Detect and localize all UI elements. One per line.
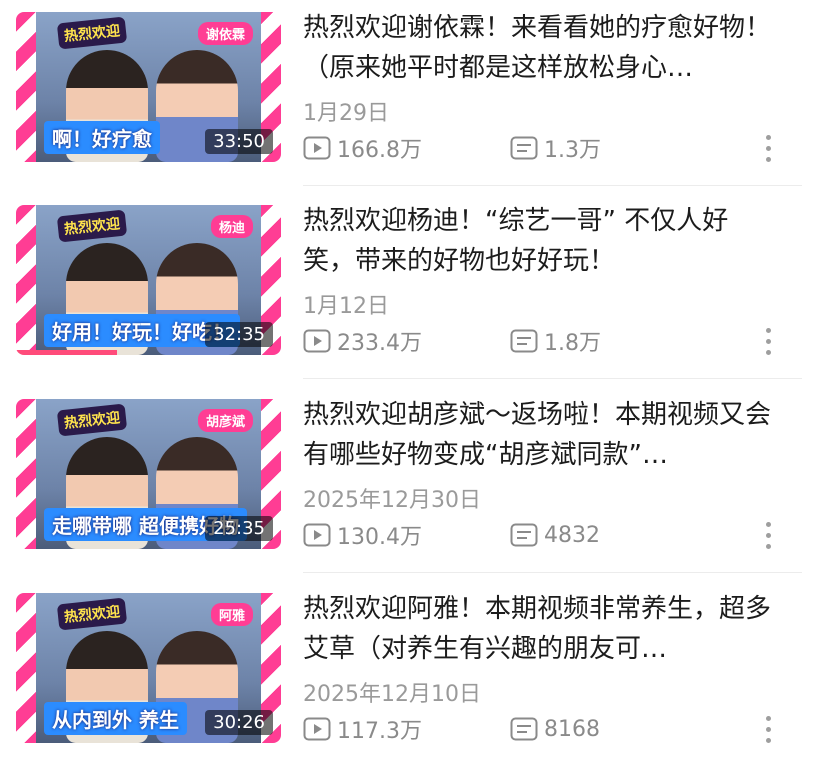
- view-count: 130.4万: [303, 520, 422, 550]
- danmaku-icon: [510, 523, 538, 547]
- play-icon: [303, 717, 331, 741]
- more-vertical-icon[interactable]: [758, 711, 778, 747]
- video-date: 2025年12月10日: [303, 682, 481, 707]
- thumbnail-guest-tag: 阿雅: [210, 603, 253, 626]
- video-date: 1月29日: [303, 101, 389, 126]
- comment-count: 4832: [510, 520, 600, 550]
- video-thumbnail[interactable]: 热烈欢迎 杨迪 好用！好玩！好吃！ 32:35: [16, 205, 281, 355]
- thumbnail-caption: 从内到外 养生: [44, 702, 187, 735]
- view-count: 166.8万: [303, 133, 422, 163]
- watch-progress-bar: [16, 350, 117, 355]
- comment-count-value: 4832: [544, 522, 600, 548]
- thumbnail-guest-tag: 杨迪: [210, 215, 253, 238]
- danmaku-icon: [510, 136, 538, 160]
- danmaku-icon: [510, 717, 538, 741]
- danmaku-icon: [510, 329, 538, 353]
- video-thumbnail[interactable]: 热烈欢迎 谢依霖 啊！好疗愈 33:50: [16, 12, 281, 162]
- video-duration: 30:26: [205, 710, 273, 735]
- video-duration: 33:50: [205, 129, 273, 154]
- thumbnail-guest-tag: 胡彦斌: [197, 409, 253, 432]
- play-icon: [303, 329, 331, 353]
- divider: [303, 185, 802, 186]
- comment-count: 1.8万: [510, 326, 601, 356]
- video-title[interactable]: 热烈欢迎阿雅！本期视频非常养生，超多艾草（对养生有兴趣的朋友可…: [303, 589, 773, 669]
- video-thumbnail[interactable]: 热烈欢迎 阿雅 从内到外 养生 30:26: [16, 593, 281, 743]
- divider: [303, 378, 802, 379]
- comment-count: 8168: [510, 714, 600, 744]
- view-count: 233.4万: [303, 326, 422, 356]
- more-vertical-icon[interactable]: [758, 517, 778, 553]
- video-item[interactable]: 热烈欢迎 阿雅 从内到外 养生 30:26 热烈欢迎阿雅！本期视频非常养生，超多…: [0, 581, 814, 767]
- comment-count-value: 1.8万: [544, 331, 601, 356]
- play-icon: [303, 136, 331, 160]
- video-item[interactable]: 热烈欢迎 胡彦斌 走哪带哪 超便携好物 25:35 热烈欢迎胡彦斌～返场啦！本期…: [0, 387, 814, 573]
- video-item[interactable]: 热烈欢迎 杨迪 好用！好玩！好吃！ 32:35 热烈欢迎杨迪！“综艺一哥” 不仅…: [0, 193, 814, 379]
- video-duration: 25:35: [205, 516, 273, 541]
- view-count-value: 117.3万: [337, 719, 422, 744]
- comment-count-value: 8168: [544, 716, 600, 742]
- comment-count: 1.3万: [510, 133, 601, 163]
- video-date: 2025年12月30日: [303, 488, 481, 513]
- thumbnail-guest-tag: 谢依霖: [197, 22, 253, 45]
- video-item[interactable]: 热烈欢迎 谢依霖 啊！好疗愈 33:50 热烈欢迎谢依霖！来看看她的疗愈好物！（…: [0, 0, 814, 186]
- video-thumbnail[interactable]: 热烈欢迎 胡彦斌 走哪带哪 超便携好物 25:35: [16, 399, 281, 549]
- play-icon: [303, 523, 331, 547]
- video-date: 1月12日: [303, 294, 389, 319]
- more-vertical-icon[interactable]: [758, 323, 778, 359]
- view-count-value: 233.4万: [337, 331, 422, 356]
- video-title[interactable]: 热烈欢迎谢依霖！来看看她的疗愈好物！（原来她平时都是这样放松身心…: [303, 8, 773, 88]
- video-list: 热烈欢迎 谢依霖 啊！好疗愈 33:50 热烈欢迎谢依霖！来看看她的疗愈好物！（…: [0, 0, 814, 757]
- video-duration: 32:35: [205, 322, 273, 347]
- more-vertical-icon[interactable]: [758, 130, 778, 166]
- divider: [303, 572, 802, 573]
- comment-count-value: 1.3万: [544, 138, 601, 163]
- view-count-value: 166.8万: [337, 138, 422, 163]
- thumbnail-caption: 啊！好疗愈: [44, 121, 160, 154]
- video-title[interactable]: 热烈欢迎胡彦斌～返场啦！本期视频又会有哪些好物变成“胡彦斌同款”…: [303, 395, 773, 475]
- view-count-value: 130.4万: [337, 525, 422, 550]
- view-count: 117.3万: [303, 714, 422, 744]
- video-title[interactable]: 热烈欢迎杨迪！“综艺一哥” 不仅人好笑，带来的好物也好好玩！: [303, 201, 773, 281]
